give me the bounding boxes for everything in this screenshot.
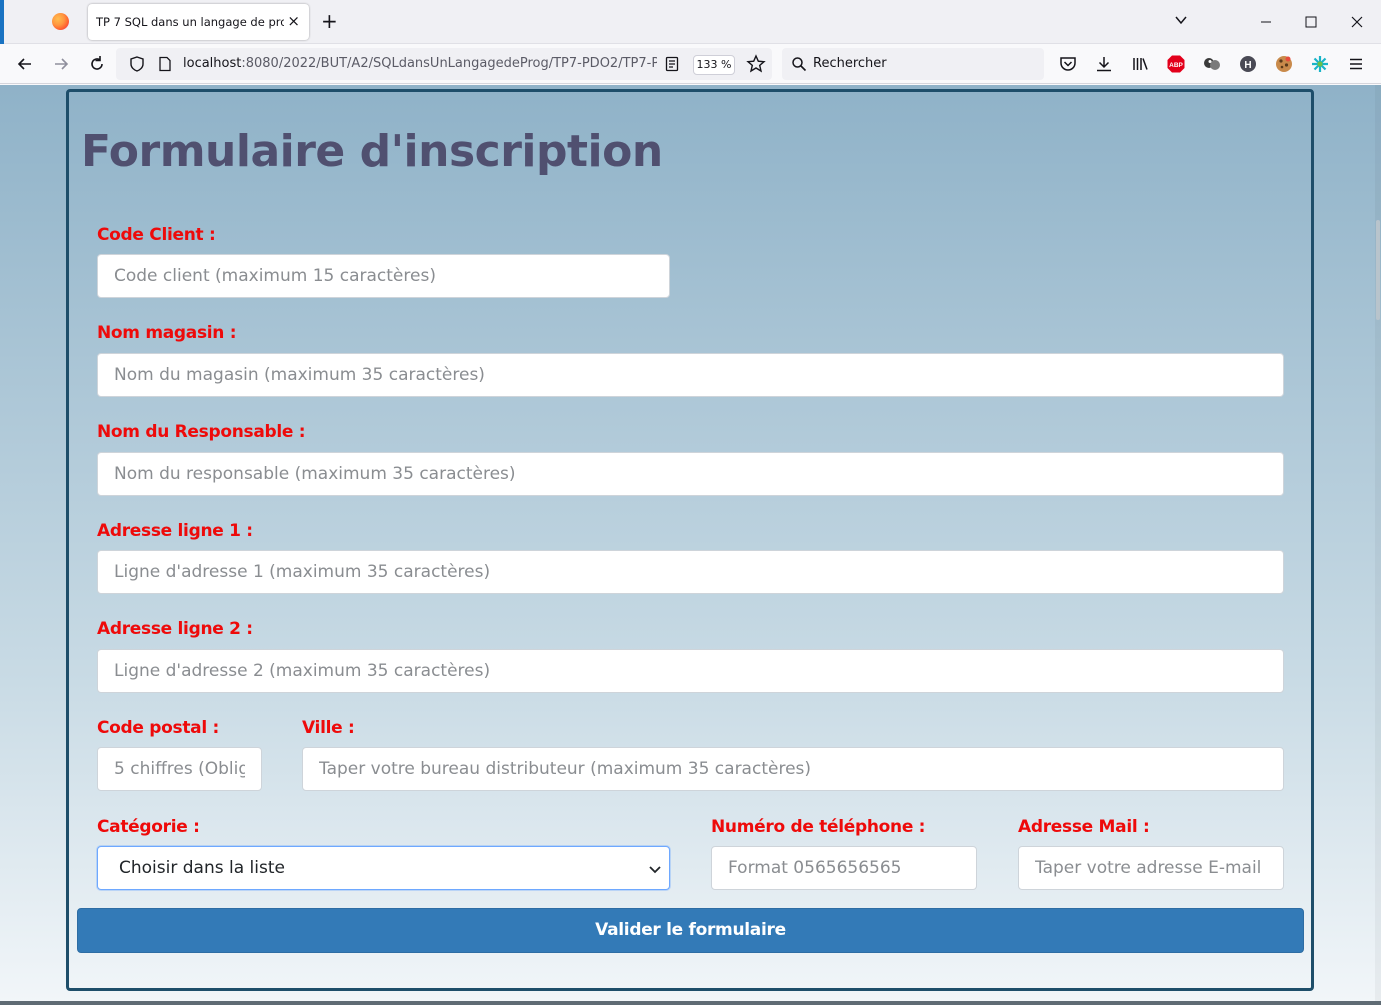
bookmark-star-icon[interactable] bbox=[746, 54, 766, 74]
tab-title: TP 7 SQL dans un langage de programmatio… bbox=[96, 15, 284, 29]
svg-text:H: H bbox=[1244, 60, 1251, 71]
zoom-badge[interactable]: 133 % bbox=[693, 55, 735, 75]
shield-icon[interactable] bbox=[128, 55, 146, 73]
forward-icon[interactable] bbox=[51, 54, 71, 74]
categorie-selected-value: Choisir dans la liste bbox=[119, 858, 285, 878]
search-placeholder: Rechercher bbox=[813, 56, 887, 71]
library-icon[interactable] bbox=[1130, 54, 1150, 74]
new-tab-icon[interactable]: + bbox=[321, 9, 338, 33]
submit-button[interactable]: Valider le formulaire bbox=[77, 908, 1304, 953]
adresse1-input[interactable] bbox=[97, 550, 1284, 594]
categorie-label: Catégorie : bbox=[97, 817, 200, 837]
adresse1-label: Adresse ligne 1 : bbox=[97, 521, 253, 541]
firefox-icon[interactable] bbox=[52, 13, 69, 30]
adblock-icon[interactable]: ABP bbox=[1166, 54, 1186, 74]
nom-magasin-label: Nom magasin : bbox=[97, 323, 237, 343]
back-icon[interactable] bbox=[15, 54, 35, 74]
code-client-input[interactable] bbox=[97, 254, 670, 298]
chevron-down-icon bbox=[649, 866, 661, 874]
categorie-select[interactable]: Choisir dans la liste bbox=[97, 846, 670, 890]
ville-label: Ville : bbox=[302, 718, 355, 738]
code-postal-input[interactable] bbox=[97, 747, 262, 791]
nom-magasin-input[interactable] bbox=[97, 353, 1284, 397]
search-icon bbox=[792, 57, 807, 72]
tab-bar: TP 7 SQL dans un langage de programmatio… bbox=[0, 0, 1381, 44]
nom-responsable-label: Nom du Responsable : bbox=[97, 422, 306, 442]
form-card: Formulaire d'inscription Code Client : N… bbox=[66, 89, 1314, 991]
url-path: :8080/2022/BUT/A2/SQLdansUnLangagedeProg… bbox=[241, 56, 657, 71]
close-window-icon[interactable] bbox=[1334, 8, 1380, 36]
url-bar[interactable]: localhost:8080/2022/BUT/A2/SQLdansUnLang… bbox=[116, 48, 772, 80]
bottom-edge bbox=[0, 1001, 1381, 1005]
reader-view-icon[interactable] bbox=[664, 56, 680, 72]
nom-responsable-input[interactable] bbox=[97, 452, 1284, 496]
svg-text:ABP: ABP bbox=[1169, 62, 1183, 69]
chevron-down-icon[interactable] bbox=[1173, 12, 1189, 28]
page-title: Formulaire d'inscription bbox=[81, 126, 663, 177]
minimize-icon[interactable] bbox=[1243, 8, 1289, 36]
page-viewport: Formulaire d'inscription Code Client : N… bbox=[0, 85, 1381, 1005]
nav-bar: localhost:8080/2022/BUT/A2/SQLdansUnLang… bbox=[0, 44, 1381, 84]
active-tab[interactable]: TP 7 SQL dans un langage de programmatio… bbox=[88, 4, 309, 40]
scrollbar[interactable] bbox=[1375, 85, 1381, 1005]
page-icon[interactable] bbox=[157, 56, 173, 72]
code-postal-label: Code postal : bbox=[97, 718, 219, 738]
adresse2-input[interactable] bbox=[97, 649, 1284, 693]
search-bar[interactable]: Rechercher bbox=[782, 48, 1044, 80]
scrollbar-thumb[interactable] bbox=[1376, 220, 1380, 320]
cookie-icon[interactable] bbox=[1274, 54, 1294, 74]
mail-label: Adresse Mail : bbox=[1018, 817, 1150, 837]
download-icon[interactable] bbox=[1094, 54, 1114, 74]
telephone-label: Numéro de téléphone : bbox=[711, 817, 926, 837]
menu-icon[interactable] bbox=[1346, 54, 1366, 74]
telephone-input[interactable] bbox=[711, 846, 977, 890]
maximize-icon[interactable] bbox=[1288, 8, 1334, 36]
tab-close-icon[interactable]: × bbox=[287, 12, 300, 30]
extension-h-icon[interactable]: H bbox=[1238, 54, 1258, 74]
url-text[interactable]: localhost:8080/2022/BUT/A2/SQLdansUnLang… bbox=[183, 56, 657, 71]
reload-icon[interactable] bbox=[87, 54, 107, 74]
url-host: localhost bbox=[183, 56, 242, 71]
pocket-icon[interactable] bbox=[1058, 54, 1078, 74]
extension-star-icon[interactable] bbox=[1310, 54, 1330, 74]
window-edge bbox=[0, 0, 4, 44]
extension-icon[interactable] bbox=[1202, 54, 1222, 74]
adresse2-label: Adresse ligne 2 : bbox=[97, 619, 253, 639]
ville-input[interactable] bbox=[302, 747, 1284, 791]
code-client-label: Code Client : bbox=[97, 225, 216, 245]
mail-input[interactable] bbox=[1018, 846, 1284, 890]
